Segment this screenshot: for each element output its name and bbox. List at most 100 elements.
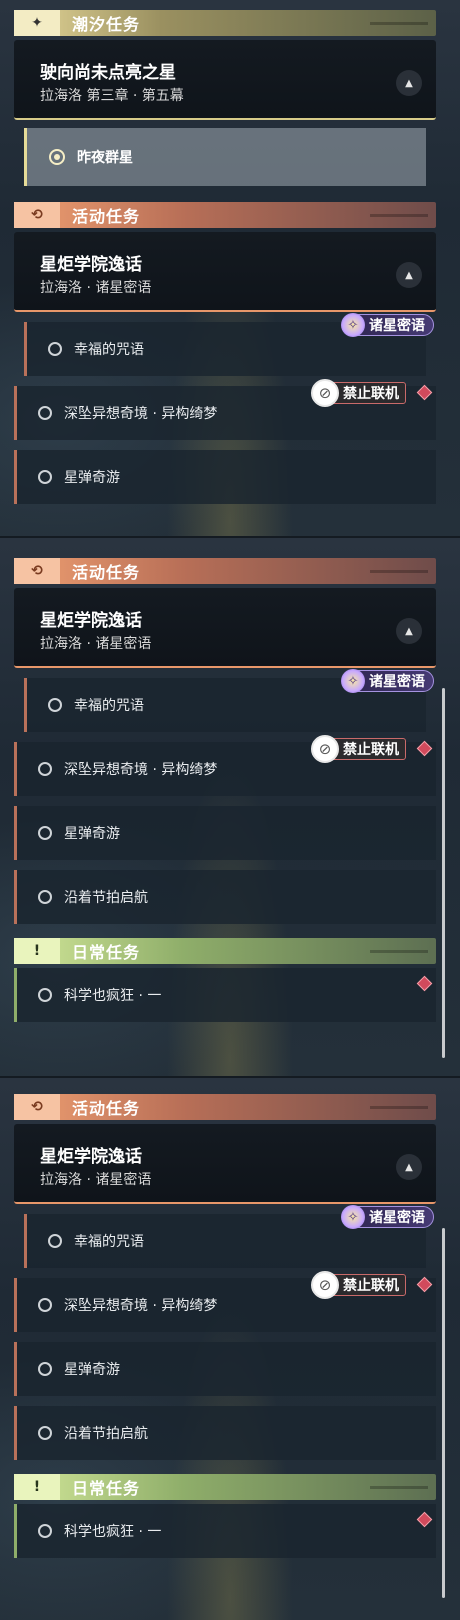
no-coop-tag: ⊘ 禁止联机: [311, 735, 406, 763]
no-coop-tag: ⊘ 禁止联机: [311, 1271, 406, 1299]
row-accent: [14, 742, 17, 796]
category-header-event[interactable]: ⟲ 活动任务: [14, 1094, 436, 1120]
radio-icon: [38, 762, 52, 776]
category-title: 日常任务: [72, 1479, 141, 1498]
tag-label: 诸星密语: [369, 1210, 425, 1226]
step-label: 科学也疯狂 · 一: [64, 1524, 162, 1540]
no-coop-icon: ⊘: [311, 1271, 339, 1299]
quest-subtitle: 拉海洛 · 诸星密语: [40, 280, 152, 296]
star-compass-icon: ✧: [341, 1205, 365, 1229]
row-accent: [24, 1214, 27, 1268]
tag-label: 禁止联机: [343, 386, 399, 402]
list-item[interactable]: 科学也疯狂 · 一: [14, 1504, 436, 1558]
step-label: 星弹奇游: [64, 826, 120, 842]
category-title: 活动任务: [72, 207, 141, 226]
category-header-daily[interactable]: ! 日常任务: [14, 938, 436, 964]
step-label: 深坠异想奇境 · 异构绮梦: [64, 406, 218, 422]
step-label: 深坠异想奇境 · 异构绮梦: [64, 762, 218, 778]
quest-title: 星炬学院逸话: [40, 611, 142, 631]
category-header-event[interactable]: ⟲ 活动任务: [14, 558, 436, 584]
quest-subtitle: 拉海洛 · 诸星密语: [40, 1172, 152, 1188]
list-item[interactable]: 星弹奇游: [14, 450, 436, 504]
radio-icon: [48, 698, 62, 712]
radio-icon: [48, 342, 62, 356]
radio-icon: [38, 1524, 52, 1538]
header-decoration: [370, 1105, 428, 1109]
row-accent: [14, 1342, 17, 1396]
step-label: 科学也疯狂 · 一: [64, 988, 162, 1004]
chevron-up-icon: ▲: [405, 269, 413, 281]
event-icon: ⟲: [14, 558, 60, 584]
row-accent: [14, 1406, 17, 1460]
chevron-up-icon: ▲: [405, 1161, 413, 1173]
category-header-tide[interactable]: ✦ 潮汐任务: [14, 10, 436, 36]
radio-icon: [38, 988, 52, 1002]
exclamation-icon: !: [14, 1474, 60, 1500]
category-title: 活动任务: [72, 563, 141, 582]
radio-icon: [38, 406, 52, 420]
radio-icon: [38, 890, 52, 904]
quest-card-event[interactable]: 星炬学院逸话 拉海洛 · 诸星密语 ▲: [14, 588, 436, 668]
row-accent: [14, 450, 17, 504]
collapse-button[interactable]: ▲: [396, 618, 422, 644]
quest-panel-3: ⟲ 活动任务 星炬学院逸话 拉海洛 · 诸星密语 ▲ 幸福的咒语 ✧ 诸星密语 …: [0, 1078, 460, 1620]
step-label: 幸福的咒语: [74, 342, 144, 358]
header-decoration: [370, 213, 428, 217]
header-decoration: [370, 569, 428, 573]
step-label: 沿着节拍启航: [64, 1426, 148, 1442]
quest-title: 星炬学院逸话: [40, 255, 142, 275]
row-accent: [14, 386, 17, 440]
scrollbar[interactable]: [442, 1228, 445, 1598]
category-header-daily[interactable]: ! 日常任务: [14, 1474, 436, 1500]
collapse-button[interactable]: ▲: [396, 1154, 422, 1180]
step-label: 沿着节拍启航: [64, 890, 148, 906]
row-accent: [14, 1504, 17, 1558]
list-item[interactable]: 星弹奇游: [14, 806, 436, 860]
star-compass-icon: ✧: [341, 313, 365, 337]
sparkle-icon: ✦: [14, 10, 60, 36]
tag-label: 诸星密语: [369, 318, 425, 334]
star-compass-icon: ✧: [341, 669, 365, 693]
chevron-up-icon: ▲: [405, 77, 413, 89]
chevron-up-icon: ▲: [405, 625, 413, 637]
radio-icon: [38, 1362, 52, 1376]
quest-card-event[interactable]: 星炬学院逸话 拉海洛 · 诸星密语 ▲: [14, 1124, 436, 1204]
no-coop-tag: ⊘ 禁止联机: [311, 379, 406, 407]
quest-panel-2: ⟲ 活动任务 星炬学院逸话 拉海洛 · 诸星密语 ▲ 幸福的咒语 ✧ 诸星密语 …: [0, 538, 460, 1078]
collapse-button[interactable]: ▲: [396, 70, 422, 96]
quest-subtitle: 拉海洛 第三章 · 第五幕: [40, 88, 184, 104]
list-item[interactable]: 沿着节拍启航: [14, 1406, 436, 1460]
header-decoration: [370, 1485, 428, 1489]
row-accent: [24, 322, 27, 376]
quest-subtitle: 拉海洛 · 诸星密语: [40, 636, 152, 652]
row-accent: [14, 1278, 17, 1332]
step-label: 深坠异想奇境 · 异构绮梦: [64, 1298, 218, 1314]
list-item[interactable]: 科学也疯狂 · 一: [14, 968, 436, 1022]
step-label: 星弹奇游: [64, 470, 120, 486]
radio-selected-icon: [49, 149, 65, 165]
event-icon: ⟲: [14, 202, 60, 228]
step-label: 星弹奇游: [64, 1362, 120, 1378]
stars-tag: ✧ 诸星密语: [341, 313, 434, 337]
quest-card-event[interactable]: 星炬学院逸话 拉海洛 · 诸星密语 ▲: [14, 232, 436, 312]
radio-icon: [38, 1298, 52, 1312]
category-header-event[interactable]: ⟲ 活动任务: [14, 202, 436, 228]
radio-icon: [38, 1426, 52, 1440]
scrollbar[interactable]: [442, 688, 445, 1058]
collapse-button[interactable]: ▲: [396, 262, 422, 288]
row-accent: [14, 968, 17, 1022]
quest-step-selected[interactable]: 昨夜群星: [24, 128, 426, 186]
tag-label: 诸星密语: [369, 674, 425, 690]
step-label: 幸福的咒语: [74, 698, 144, 714]
radio-icon: [38, 826, 52, 840]
category-title: 潮汐任务: [72, 15, 141, 34]
list-item[interactable]: 沿着节拍启航: [14, 870, 436, 924]
quest-card-tide[interactable]: 驶向尚未点亮之星 拉海洛 第三章 · 第五幕 ▲: [14, 40, 436, 120]
row-accent: [14, 870, 17, 924]
no-coop-icon: ⊘: [311, 379, 339, 407]
row-accent: [14, 806, 17, 860]
stars-tag: ✧ 诸星密语: [341, 1205, 434, 1229]
row-accent: [24, 678, 27, 732]
step-label: 昨夜群星: [77, 150, 133, 166]
list-item[interactable]: 星弹奇游: [14, 1342, 436, 1396]
